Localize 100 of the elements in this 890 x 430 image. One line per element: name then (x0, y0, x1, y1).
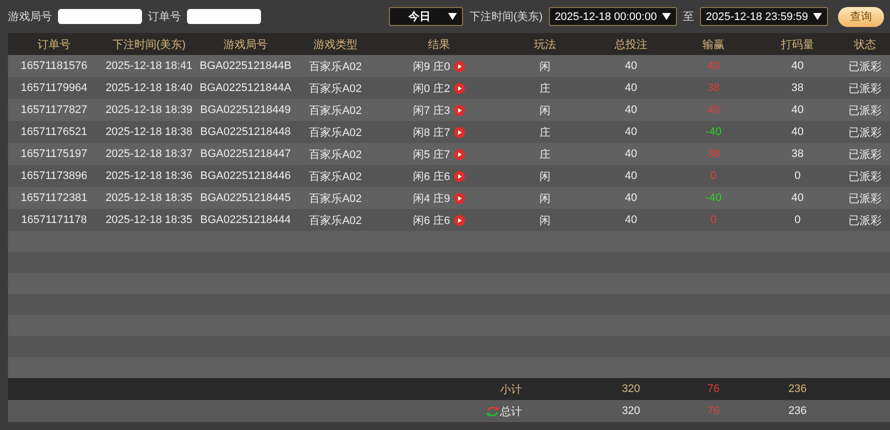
table-cell-text: 闲 (540, 104, 550, 118)
table-cell: 2025-12-18 18:35 (106, 192, 192, 204)
table-cell-text: 百家乐A02 (309, 60, 362, 74)
round-field[interactable] (58, 9, 142, 24)
start-date-dropdown[interactable]: 2025-12-18 00:00:00 (548, 7, 677, 26)
table-cell-text: 闲8 庄7 (412, 126, 450, 140)
table-cell-text: 百家乐A02 (309, 104, 362, 118)
table-cell: 40 (791, 192, 804, 204)
table-cell: 76 (707, 383, 720, 395)
table-cell: 16571176521 (20, 126, 88, 138)
table-cell-text: 已派彩 (848, 192, 882, 206)
table-cell: 2025-12-18 18:37 (106, 148, 192, 160)
table-cell-text: 已派彩 (848, 214, 882, 228)
play-icon[interactable] (454, 126, 466, 138)
caret-icon (662, 13, 671, 20)
table-cell: 0 (710, 170, 717, 182)
play-icon[interactable] (454, 148, 466, 160)
table-cell: 38 (707, 82, 720, 94)
order-label: 订单号 (148, 10, 181, 24)
table-cell-text: 百家乐A02 (309, 170, 362, 184)
table-cell: BGA02251218448 (200, 126, 291, 138)
table-cell-text: 闲0 庄2 (412, 82, 450, 96)
summary-label: 总计 (500, 404, 522, 418)
play-icon[interactable] (454, 170, 466, 182)
play-icon[interactable] (454, 214, 466, 226)
table-cell-text: 庄 (540, 148, 550, 162)
table-cell: 40 (624, 170, 638, 182)
column-header: 结果 (428, 38, 450, 52)
column-header: 下注时间(美东) (112, 38, 186, 52)
table-cell-text: 闲 (540, 60, 550, 74)
end-date-dropdown[interactable]: 2025-12-18 23:59:59 (700, 7, 828, 26)
table-cell-text: 庄 (540, 126, 550, 140)
table-cell-text: 百家乐A02 (309, 214, 362, 228)
caret-icon (448, 13, 458, 20)
order-field[interactable] (187, 9, 261, 24)
table-cell: 236 (788, 383, 807, 395)
table-cell: 38 (791, 148, 804, 160)
table-cell-text: 闲5 庄7 (412, 148, 450, 162)
table-cell-text: 闲6 庄6 (412, 214, 450, 228)
table-cell: -40 (706, 192, 722, 204)
column-header: 总投注 (614, 38, 648, 52)
table-cell-text: 闲 (540, 192, 550, 206)
table-cell-text: 已派彩 (848, 126, 882, 140)
period-dropdown[interactable]: 今日 (389, 7, 464, 26)
table-cell: 40 (707, 60, 720, 72)
table-cell: 16571179964 (20, 82, 88, 94)
table-cell-text: 闲9 庄0 (412, 60, 450, 74)
table-cell-text: 已派彩 (848, 104, 882, 118)
table-cell-text: 已派彩 (848, 82, 882, 96)
table-cell-text: 闲4 庄9 (412, 192, 450, 206)
table-cell: 40 (624, 82, 638, 94)
table-cell: 16571173896 (20, 170, 88, 182)
table-cell: 0 (710, 214, 717, 226)
table-cell: 0 (794, 170, 801, 182)
play-icon[interactable] (454, 60, 466, 72)
table-cell: 16571181576 (20, 60, 88, 72)
table-cell-text: 百家乐A02 (309, 82, 362, 96)
table-cell: BGA0225121844B (200, 60, 292, 72)
time-label: 下注时间(美东) (469, 10, 543, 24)
table-cell: 236 (788, 405, 807, 417)
table-cell: 76 (707, 405, 720, 417)
table-cell: 2025-12-18 18:35 (106, 214, 192, 226)
table-cell-text: 闲6 庄6 (412, 170, 450, 184)
table-cell: 2025-12-18 18:40 (106, 82, 192, 94)
table-cell: BGA02251218445 (200, 192, 291, 204)
table-cell-text: 闲7 庄3 (412, 104, 450, 118)
table-cell: 0 (794, 214, 801, 226)
table-cell: 40 (624, 192, 638, 204)
table-cell: 40 (624, 214, 638, 226)
play-icon[interactable] (454, 82, 466, 94)
table-cell: BGA02251218449 (200, 104, 291, 116)
table-cell: 40 (624, 104, 638, 116)
table-cell: 40 (624, 60, 638, 72)
table-cell-text: 已派彩 (848, 170, 882, 184)
table-cell-text: 已派彩 (848, 148, 882, 162)
column-header: 订单号 (38, 38, 70, 52)
table-cell: 2025-12-18 18:36 (106, 170, 192, 182)
table-cell: 38 (791, 82, 804, 94)
play-icon[interactable] (454, 192, 466, 204)
column-header: 输赢 (702, 38, 724, 52)
play-icon[interactable] (454, 104, 466, 116)
table-cell: BGA02251218447 (200, 148, 291, 160)
table-cell: 40 (791, 60, 804, 72)
table-cell-text: 百家乐A02 (309, 126, 362, 140)
column-header: 游戏局号 (224, 38, 268, 52)
table-cell: 320 (622, 383, 640, 395)
column-header: 打码量 (781, 38, 814, 52)
table-cell: -40 (706, 126, 722, 138)
table-cell: 2025-12-18 18:41 (106, 60, 192, 72)
table-cell: 40 (707, 104, 720, 116)
table-cell: 16571175197 (20, 148, 88, 160)
query-button[interactable]: 查询 (838, 6, 884, 26)
to-label: 至 (682, 10, 694, 24)
table-cell: 16571177827 (20, 104, 88, 116)
table-cell-text: 闲 (540, 214, 550, 228)
caret-icon (813, 13, 822, 20)
table-cell: 16571171178 (21, 214, 87, 226)
refresh-icon[interactable] (485, 404, 500, 418)
table-cell: 40 (791, 126, 804, 138)
table-cell: 2025-12-18 18:38 (106, 126, 192, 138)
